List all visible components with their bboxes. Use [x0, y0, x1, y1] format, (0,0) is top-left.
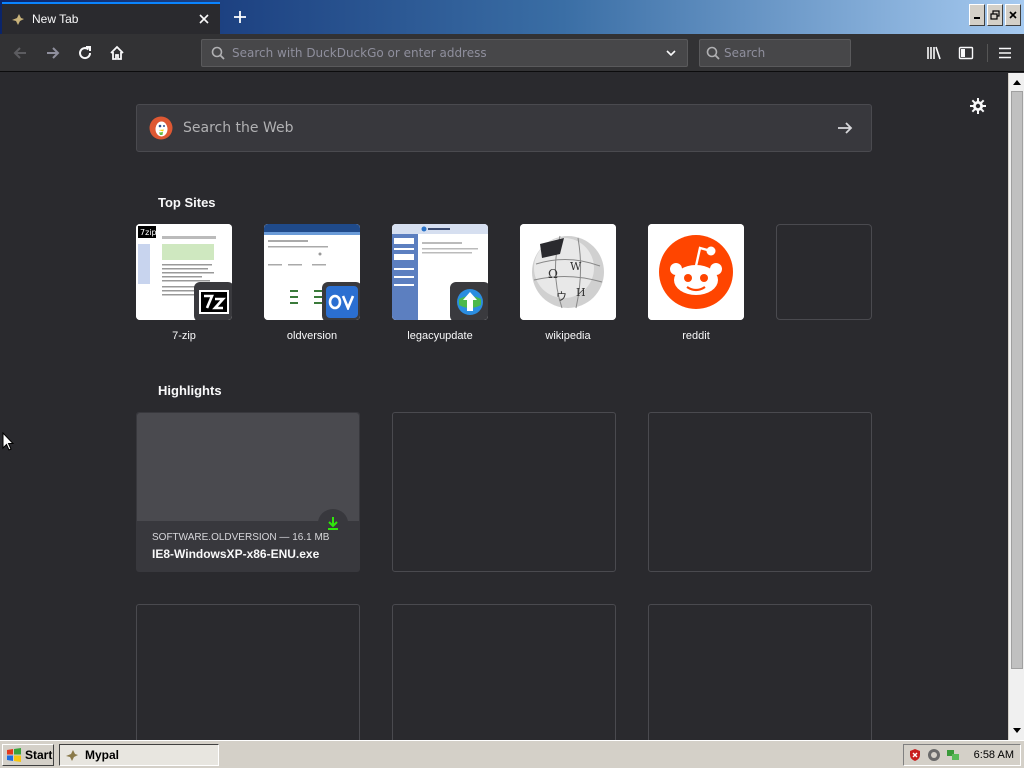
- reload-button[interactable]: [71, 40, 99, 66]
- scroll-down-arrow-icon[interactable]: [1010, 723, 1024, 739]
- highlights-title: Highlights: [158, 383, 222, 398]
- scroll-up-arrow-icon[interactable]: [1010, 74, 1024, 90]
- wikipedia-icon: Ω W И ウ: [520, 224, 616, 320]
- highlight-preview: [137, 413, 359, 521]
- site-label: 7-zip: [172, 330, 196, 342]
- home-icon: [110, 45, 124, 60]
- top-site-7zip[interactable]: 7zip 7-zip: [136, 224, 232, 342]
- scrollbar-thumb[interactable]: [1011, 91, 1023, 669]
- highlight-empty-slot: [648, 604, 872, 740]
- url-bar[interactable]: [201, 39, 688, 67]
- sidebar-button[interactable]: [952, 40, 980, 66]
- library-button[interactable]: [920, 40, 948, 66]
- forward-arrow-icon: [47, 47, 60, 59]
- vertical-scrollbar[interactable]: [1008, 73, 1024, 740]
- top-site-reddit[interactable]: reddit: [648, 224, 744, 342]
- highlight-empty-slot: [648, 412, 872, 572]
- windows-logo-icon: [7, 748, 21, 762]
- menu-button[interactable]: [991, 40, 1019, 66]
- svg-text:7zip: 7zip: [140, 228, 157, 237]
- navigation-toolbar: [0, 34, 1024, 72]
- back-arrow-icon: [13, 47, 26, 59]
- search-icon: [706, 43, 720, 63]
- tab-title: New Tab: [32, 12, 79, 26]
- site-thumbnail: 7zip: [136, 224, 232, 320]
- start-button[interactable]: Start: [2, 744, 54, 766]
- back-button[interactable]: [6, 40, 34, 66]
- antivirus-icon[interactable]: [926, 747, 942, 763]
- toolbar-separator: [987, 44, 988, 62]
- title-bar: New Tab: [0, 0, 1024, 34]
- highlight-filename: IE8-WindowsXP-x86-ENU.exe: [152, 547, 320, 561]
- restore-button[interactable]: [987, 4, 1003, 26]
- site-label: oldversion: [286, 330, 338, 342]
- chevron-down-icon[interactable]: [661, 43, 681, 63]
- close-tab-icon[interactable]: [194, 9, 214, 29]
- settings-gear-icon[interactable]: [967, 95, 989, 117]
- security-shield-icon[interactable]: [907, 747, 923, 763]
- mypal-favicon-icon: [10, 11, 26, 27]
- reddit-icon: [648, 224, 744, 320]
- empty-placeholder: [776, 224, 872, 320]
- oldversion-icon: [322, 282, 360, 320]
- site-label: reddit: [682, 330, 710, 342]
- tab-new-tab[interactable]: New Tab: [2, 2, 220, 34]
- reload-icon: [79, 46, 92, 60]
- highlight-meta: SOFTWARE.OLDVERSION — 16.1 MB: [152, 532, 330, 543]
- new-tab-page: Top Sites 7zip: [0, 73, 1008, 740]
- top-sites-title: Top Sites: [158, 195, 216, 210]
- svg-text:Ω: Ω: [548, 267, 558, 281]
- search-input[interactable]: [724, 46, 874, 60]
- highlight-empty-slot: [136, 604, 360, 740]
- start-label: Start: [25, 748, 53, 762]
- 7zip-icon: [194, 282, 232, 320]
- mypal-app-icon: [66, 750, 78, 761]
- taskbar-item-mypal[interactable]: Mypal: [59, 744, 219, 766]
- search-bar[interactable]: [699, 39, 874, 67]
- hamburger-menu-icon: [999, 47, 1011, 59]
- top-site-wikipedia[interactable]: Ω W И ウ wikipedia: [520, 224, 616, 342]
- forward-button[interactable]: [39, 40, 67, 66]
- highlight-empty-slot: [392, 604, 616, 740]
- svg-text:W: W: [570, 260, 582, 273]
- close-window-button[interactable]: [1005, 4, 1021, 26]
- window-controls: [969, 4, 1021, 26]
- search-go-arrow-icon[interactable]: [833, 116, 857, 140]
- sidebar-icon: [958, 46, 974, 60]
- highlight-card[interactable]: SOFTWARE.OLDVERSION — 16.1 MB IE8-Window…: [136, 412, 360, 572]
- svg-text:И: И: [576, 286, 586, 299]
- system-tray: 6:58 AM: [903, 744, 1021, 766]
- svg-text:ウ: ウ: [556, 290, 567, 303]
- library-icon: [927, 46, 941, 60]
- legacyupdate-icon: [450, 282, 488, 320]
- duckduckgo-icon: [149, 116, 173, 140]
- network-icon[interactable]: [945, 747, 961, 763]
- site-label: wikipedia: [545, 330, 591, 342]
- taskbar: Start Mypal 6:58 AM: [0, 740, 1024, 768]
- top-site-empty-slot: [776, 224, 872, 320]
- home-button[interactable]: [103, 40, 131, 66]
- web-search-box[interactable]: [136, 104, 872, 152]
- new-tab-button[interactable]: [226, 4, 254, 30]
- top-site-oldversion[interactable]: oldversion: [264, 224, 360, 342]
- url-input[interactable]: [232, 46, 661, 60]
- minimize-button[interactable]: [969, 4, 985, 26]
- site-label: legacyupdate: [407, 330, 473, 342]
- top-site-legacyupdate[interactable]: legacyupdate: [392, 224, 488, 342]
- web-search-input[interactable]: [183, 120, 833, 136]
- clock: 6:58 AM: [973, 749, 1014, 761]
- highlight-empty-slot: [392, 412, 616, 572]
- search-icon: [208, 43, 228, 63]
- site-thumbnail: [264, 224, 360, 320]
- mouse-cursor-icon: [2, 432, 14, 451]
- taskbar-item-label: Mypal: [85, 748, 120, 762]
- site-thumbnail: [392, 224, 488, 320]
